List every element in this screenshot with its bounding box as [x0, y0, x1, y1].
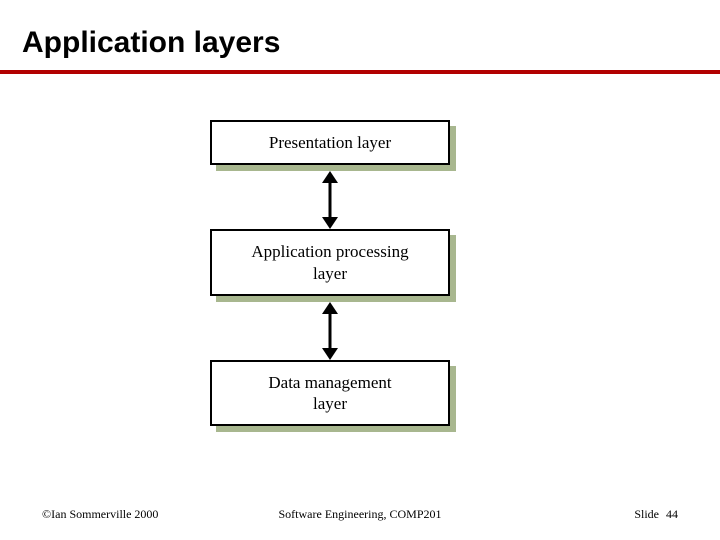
- bidirectional-arrow-icon: [328, 302, 332, 360]
- bidirectional-arrow-icon: [328, 171, 332, 229]
- layer-box-2: Application processinglayer: [210, 229, 450, 296]
- footer-right-label: Slide: [634, 507, 662, 521]
- slide-number: 44: [666, 507, 678, 521]
- layer-box-3: Data managementlayer: [210, 360, 450, 427]
- slide-footer: ©Ian Sommerville 2000 Software Engineeri…: [0, 507, 720, 522]
- layer-label: Application processinglayer: [210, 229, 450, 296]
- footer-left: ©Ian Sommerville 2000: [42, 507, 158, 522]
- footer-right: Slide 44: [634, 507, 678, 522]
- layer-label: Presentation layer: [210, 120, 450, 165]
- layer-diagram: Presentation layer Application processin…: [200, 120, 460, 426]
- slide: Application layers Presentation layer Ap…: [0, 0, 720, 540]
- layer-box-1: Presentation layer: [210, 120, 450, 165]
- footer-center: Software Engineering, COMP201: [279, 507, 442, 522]
- slide-title: Application layers: [0, 0, 720, 74]
- layer-label: Data managementlayer: [210, 360, 450, 427]
